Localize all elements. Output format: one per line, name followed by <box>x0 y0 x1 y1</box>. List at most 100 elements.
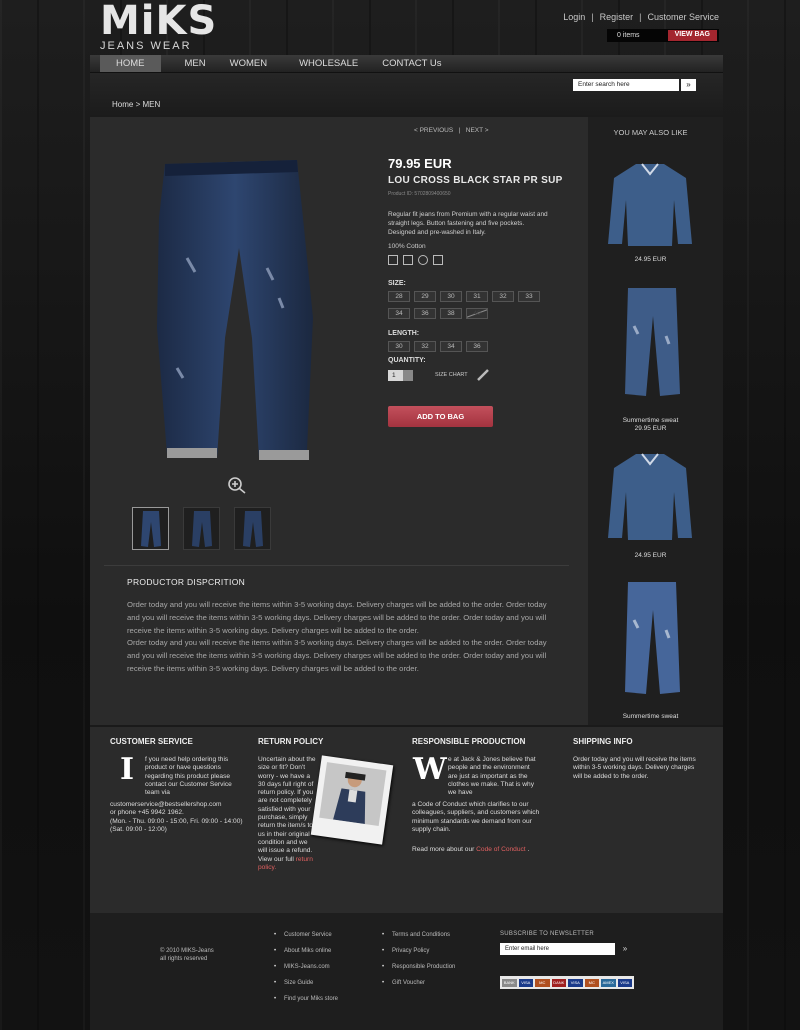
search-button[interactable]: » <box>681 79 696 91</box>
mastercard-icon: MC <box>535 978 550 987</box>
dropcap: W <box>413 752 447 787</box>
related-product-image[interactable] <box>606 450 694 542</box>
visa-card-icon: VISA <box>568 978 583 987</box>
thumbnail[interactable] <box>234 507 271 550</box>
footer-link[interactable]: • Terms and Conditions <box>382 931 492 939</box>
product-pager: < PREVIOUS | NEXT > <box>414 127 489 134</box>
responsible-text-2: a Code of Conduct which clarifies to our… <box>412 801 540 833</box>
footer-link[interactable]: • Responsible Production <box>382 963 492 971</box>
customer-service-link[interactable]: Customer Service <box>647 12 719 22</box>
size-option[interactable]: 30 <box>440 291 462 302</box>
wash-icon <box>388 255 398 265</box>
return-policy-title: RETURN POLICY <box>258 737 324 746</box>
dropcap: I <box>120 752 135 787</box>
footer-link[interactable]: • MIKS-Jeans.com <box>274 963 354 971</box>
size-option[interactable]: 28 <box>388 291 410 302</box>
size-option[interactable]: 33 <box>518 291 540 302</box>
size-label: SIZE: <box>388 280 406 287</box>
newsletter-submit-button[interactable]: » <box>617 943 633 955</box>
customer-service-title: CUSTOMER SERVICE <box>110 737 193 746</box>
cs-email[interactable]: customerservice@bestsellershop.com <box>110 801 250 809</box>
length-option[interactable]: 34 <box>440 341 462 352</box>
footer-link[interactable]: • About Miks online <box>274 947 354 955</box>
product-short-description: Regular fit jeans from Premium with a re… <box>388 211 548 236</box>
size-option[interactable]: 34 <box>388 308 410 319</box>
product-price: 79.95 EUR <box>388 156 452 171</box>
size-option[interactable]: 38 <box>440 308 462 319</box>
login-link[interactable]: Login <box>563 12 585 22</box>
nav-item-home[interactable]: HOME <box>100 55 161 72</box>
cart-count: 0 items <box>617 32 640 39</box>
cs-hours: (Mon. - Thu. 09:00 - 15:00, Fri. 09:00 -… <box>110 817 243 825</box>
previous-link[interactable]: < PREVIOUS <box>414 127 453 134</box>
shipping-info-text: Order today and you will receive the ite… <box>573 756 696 780</box>
related-product-image[interactable] <box>622 286 682 400</box>
nav-item-men[interactable]: MEN <box>173 55 218 72</box>
size-option[interactable]: 31 <box>466 291 488 302</box>
view-bag-button[interactable]: VIEW BAG <box>667 30 717 41</box>
visa-card-icon: VISA <box>617 978 632 987</box>
responsible-text: e at Jack & Jones believe that people an… <box>448 756 536 797</box>
related-name[interactable]: Summertime sweat <box>588 417 713 424</box>
mini-cart: 0 items VIEW BAG <box>607 29 719 42</box>
footer-links-col-1: • Customer Service • About Miks online • MI… <box>274 931 354 1003</box>
visa-card-icon: VISA <box>518 978 533 987</box>
return-policy-text: Uncertain about the size or fit? Don't w… <box>258 756 316 863</box>
length-option[interactable]: 30 <box>388 341 410 352</box>
cs-phone: or phone +45 9942 1962. <box>110 809 184 817</box>
breadcrumb: Home > MEN <box>112 100 161 109</box>
mastercard-icon: MC <box>584 978 599 987</box>
payment-methods: BANK VISA MC DANK VISA MC AMEX VISA <box>500 976 634 989</box>
jeans-thumb-image <box>191 510 212 547</box>
footer-link[interactable]: • Privacy Policy <box>382 947 492 955</box>
product-id: Product ID: 5702809400650 <box>388 191 451 197</box>
responsible-production-title: RESPONSIBLE PRODUCTION <box>412 737 526 746</box>
related-name[interactable]: Summertime sweat <box>588 713 713 720</box>
dryclean-icon <box>418 255 428 265</box>
code-of-conduct-line: Read more about our Code of Conduct . <box>412 846 562 854</box>
size-option-unavailable: 40 <box>466 308 488 319</box>
add-to-bag-button[interactable]: ADD TO BAG <box>388 406 493 427</box>
next-link[interactable]: NEXT > <box>466 127 489 134</box>
length-option[interactable]: 32 <box>414 341 436 352</box>
divider <box>104 565 569 566</box>
divider: | <box>591 12 594 22</box>
dankort-icon: DANK <box>551 978 566 987</box>
search-input[interactable]: Enter search here <box>573 79 679 91</box>
code-of-conduct-link[interactable]: Code of Conduct <box>476 846 526 853</box>
product-name: LOU CROSS BLACK STAR PR SUP <box>388 175 563 186</box>
nav-item-contact[interactable]: CONTACT Us <box>370 55 453 72</box>
zoom-icon[interactable] <box>227 476 247 494</box>
description-body: Order today and you will receive the ite… <box>127 599 559 676</box>
footer-link[interactable]: • Size Guide <box>274 979 354 987</box>
iron-icon <box>403 255 413 265</box>
length-option[interactable]: 36 <box>466 341 488 352</box>
thumbnail[interactable] <box>183 507 220 550</box>
related-product-image[interactable] <box>622 580 682 698</box>
newsletter-email-input[interactable]: Enter email here <box>500 943 615 955</box>
nav-item-women[interactable]: WOMEN <box>218 55 279 72</box>
brand-logo[interactable]: MiKS JEANS WEAR <box>100 1 217 52</box>
no-tumble-icon <box>433 255 443 265</box>
model-photo <box>333 771 366 825</box>
length-label: LENGTH: <box>388 330 420 337</box>
related-price: 24.95 EUR <box>634 552 667 559</box>
register-link[interactable]: Register <box>600 12 634 22</box>
copyright-line: all rights reserved <box>160 956 208 962</box>
copyright-line: © 2010 MIKS-Jeans <box>160 948 214 954</box>
size-option[interactable]: 29 <box>414 291 436 302</box>
related-title: YOU MAY ALSO LIKE <box>613 128 688 137</box>
related-product-image[interactable] <box>606 160 694 248</box>
size-chart-link[interactable]: SIZE CHART <box>435 372 468 378</box>
size-option[interactable]: 32 <box>492 291 514 302</box>
thumbnail[interactable] <box>132 507 169 550</box>
footer-link[interactable]: • Find your Miks store <box>274 995 354 1003</box>
footer-link[interactable]: • Gift Voucher <box>382 979 492 987</box>
size-option[interactable]: 36 <box>414 308 436 319</box>
quantity-select[interactable]: 1 <box>388 369 413 381</box>
customer-service-contact: customerservice@bestsellershop.com or ph… <box>110 801 250 834</box>
nav-item-wholesale[interactable]: WHOLESALE <box>279 55 370 72</box>
product-image[interactable] <box>147 158 322 473</box>
period: . <box>527 846 530 853</box>
footer-link[interactable]: • Customer Service <box>274 931 354 939</box>
